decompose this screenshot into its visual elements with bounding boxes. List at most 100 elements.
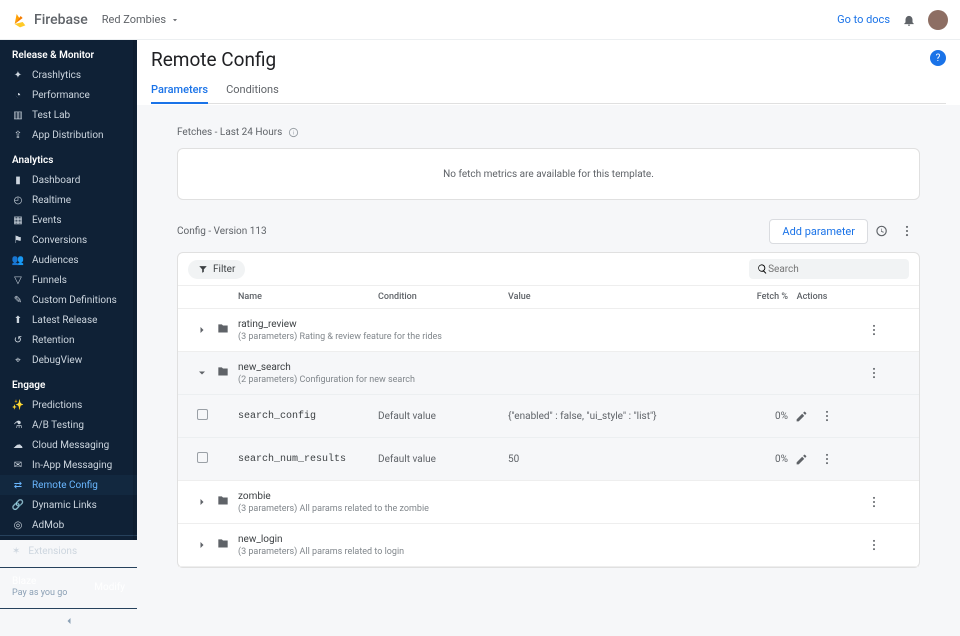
- folder-icon: [216, 493, 238, 512]
- group-name: new_login: [238, 534, 861, 545]
- sidebar-item-customdefs[interactable]: ✎Custom Definitions: [0, 290, 137, 310]
- sidebar-heading-release: Release & Monitor: [0, 40, 137, 65]
- param-row: search_num_results Default value 50 0%: [178, 437, 919, 480]
- param-name: search_config: [238, 411, 378, 422]
- sidebar-item-remoteconfig[interactable]: ⇄Remote Config: [0, 475, 137, 495]
- sidebar-item-funnels[interactable]: ▽Funnels: [0, 270, 137, 290]
- row-overflow-button[interactable]: [814, 403, 840, 429]
- sidebar-item-latestrelease[interactable]: ⬆Latest Release: [0, 310, 137, 330]
- sidebar-item-abtesting[interactable]: ⚗A/B Testing: [0, 415, 137, 435]
- firebase-logo-icon: [12, 12, 28, 28]
- chevron-right-icon[interactable]: [196, 493, 208, 512]
- sidebar-item-performance[interactable]: ◔Performance: [0, 85, 137, 105]
- search-box[interactable]: [749, 259, 909, 279]
- search-input[interactable]: [768, 264, 901, 275]
- chevron-down-icon: [170, 15, 180, 25]
- sidebar-item-dynlinks[interactable]: 🔗Dynamic Links: [0, 495, 137, 515]
- realtime-icon: ◴: [12, 194, 24, 206]
- table-body: rating_review (3 parameters) Rating & rev…: [178, 309, 919, 567]
- info-icon[interactable]: i: [288, 127, 299, 138]
- param-name: search_num_results: [238, 454, 378, 465]
- sidebar-item-dashboard[interactable]: ▮Dashboard: [0, 170, 137, 190]
- page-body: Fetches - Last 24 Hours i No fetch metri…: [137, 105, 960, 592]
- debugview-icon: ⌖: [12, 354, 24, 366]
- sidebar-item-inappmsg[interactable]: ✉In-App Messaging: [0, 455, 137, 475]
- sidebar-heading-engage: Engage: [0, 370, 137, 395]
- param-fetch-pct: 0%: [738, 411, 788, 422]
- notifications-icon[interactable]: [902, 13, 916, 27]
- events-icon: ▦: [12, 214, 24, 226]
- sidebar-item-realtime[interactable]: ◴Realtime: [0, 190, 137, 210]
- crashlytics-icon: ✦: [12, 69, 24, 81]
- go-to-docs-link[interactable]: Go to docs: [837, 13, 890, 26]
- funnels-icon: ▽: [12, 274, 24, 286]
- row-checkbox[interactable]: [197, 452, 208, 466]
- sidebar-item-conversions[interactable]: ⚑Conversions: [0, 230, 137, 250]
- extensions-icon: ✶: [12, 546, 20, 557]
- sidebar-item-predictions[interactable]: ✨Predictions: [0, 395, 137, 415]
- add-parameter-button[interactable]: Add parameter: [769, 219, 868, 244]
- tab-conditions[interactable]: Conditions: [226, 77, 279, 103]
- overflow-button[interactable]: [894, 218, 920, 244]
- config-header: Config - Version 113 Add parameter: [177, 218, 920, 244]
- param-value: {"enabled" : false, "ui_style" : "list"}: [508, 411, 738, 422]
- admob-icon: ◎: [12, 519, 24, 531]
- chevron-right-icon[interactable]: [196, 536, 208, 555]
- group-row[interactable]: new_login (3 parameters) All params relat…: [178, 524, 919, 566]
- plan-modify-link[interactable]: Modify: [94, 582, 125, 593]
- dashboard-icon: ▮: [12, 174, 24, 186]
- dynamic-links-icon: 🔗: [12, 499, 24, 511]
- sidebar-item-testlab[interactable]: ▥Test Lab: [0, 105, 137, 125]
- sidebar-item-cloudmsg[interactable]: ☁Cloud Messaging: [0, 435, 137, 455]
- col-actions: Actions: [788, 292, 836, 302]
- sidebar-item-events[interactable]: ▦Events: [0, 210, 137, 230]
- sidebar: Release & Monitor ✦Crashlytics ◔Performa…: [0, 40, 137, 540]
- chevron-right-icon[interactable]: [196, 321, 208, 340]
- more-vert-icon: [900, 224, 914, 238]
- sidebar-collapse-button[interactable]: [0, 608, 137, 636]
- col-value: Value: [508, 292, 738, 302]
- predictions-icon: ✨: [12, 399, 24, 411]
- top-bar: Firebase Red Zombies Go to docs: [0, 0, 960, 40]
- sidebar-item-crashlytics[interactable]: ✦Crashlytics: [0, 65, 137, 85]
- row-overflow-button[interactable]: [814, 446, 840, 472]
- sidebar-item-debugview[interactable]: ⌖DebugView: [0, 350, 137, 370]
- edit-button[interactable]: [788, 446, 814, 472]
- sidebar-plan: Blaze Pay as you go Modify: [0, 567, 137, 608]
- group-overflow-button[interactable]: [861, 489, 887, 515]
- group-overflow-button[interactable]: [861, 532, 887, 558]
- table-toolbar: Filter: [178, 253, 919, 285]
- performance-icon: ◔: [12, 89, 24, 101]
- group-desc: (3 parameters) All params related to the…: [238, 504, 478, 514]
- tab-parameters[interactable]: Parameters: [151, 77, 208, 104]
- chevron-down-icon[interactable]: [196, 364, 208, 383]
- ab-testing-icon: ⚗: [12, 419, 24, 431]
- search-icon: [757, 263, 768, 275]
- project-name: Red Zombies: [102, 13, 166, 26]
- group-name: rating_review: [238, 319, 861, 330]
- sidebar-item-audiences[interactable]: 👥Audiences: [0, 250, 137, 270]
- sidebar-item-admob[interactable]: ◎AdMob: [0, 515, 137, 535]
- help-button[interactable]: ?: [930, 50, 946, 66]
- app-distribution-icon: ⇪: [12, 129, 24, 141]
- test-lab-icon: ▥: [12, 109, 24, 121]
- sidebar-item-appdist[interactable]: ⇪App Distribution: [0, 125, 137, 145]
- group-desc: (3 parameters) Rating & review feature f…: [238, 332, 478, 342]
- project-selector[interactable]: Red Zombies: [102, 13, 180, 26]
- remote-config-icon: ⇄: [12, 479, 24, 491]
- fetches-label: Fetches - Last 24 Hours i: [177, 127, 920, 138]
- folder-icon: [216, 321, 238, 340]
- group-overflow-button[interactable]: [861, 317, 887, 343]
- edit-button[interactable]: [788, 403, 814, 429]
- row-checkbox[interactable]: [197, 409, 208, 423]
- avatar[interactable]: [928, 10, 948, 30]
- sidebar-item-retention[interactable]: ↺Retention: [0, 330, 137, 350]
- group-row[interactable]: zombie(3 parameters) All params related …: [178, 481, 919, 523]
- group-desc: (3 parameters) All params related to log…: [238, 547, 478, 557]
- filter-button[interactable]: Filter: [188, 260, 245, 279]
- group-overflow-button[interactable]: [861, 360, 887, 386]
- history-button[interactable]: [868, 218, 894, 244]
- group-row[interactable]: new_search(2 parameters) Configuration f…: [178, 352, 919, 394]
- group-row[interactable]: rating_review (3 parameters) Rating & rev…: [178, 309, 919, 351]
- param-condition: Default value: [378, 454, 508, 465]
